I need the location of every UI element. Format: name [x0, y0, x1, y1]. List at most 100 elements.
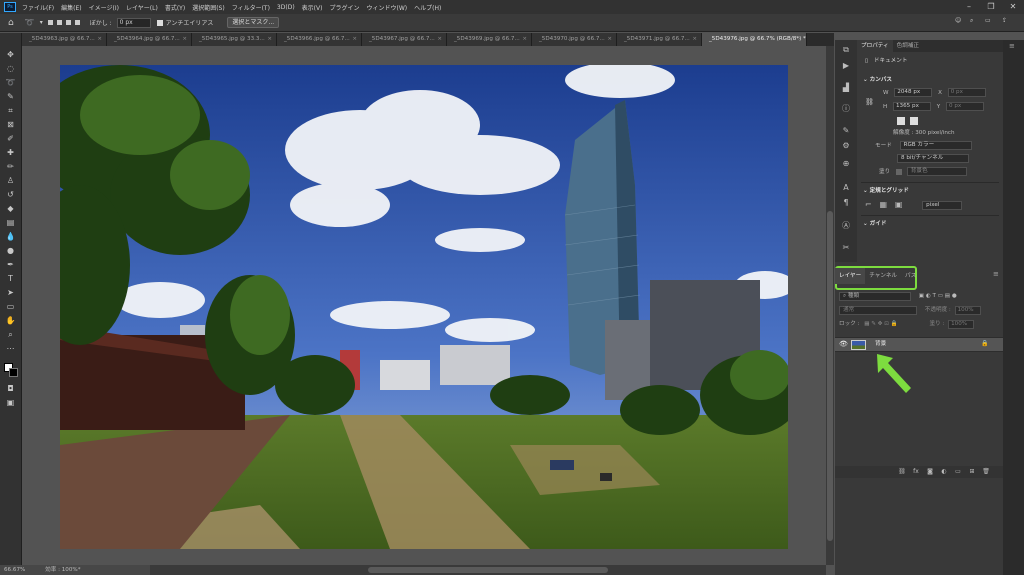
search-icon[interactable]: ⌕ — [970, 17, 973, 25]
character-icon[interactable]: A — [840, 182, 852, 194]
tools-options-icon[interactable]: ✂ — [840, 242, 852, 254]
stamp-tool-icon[interactable]: ♙ — [5, 175, 16, 186]
x-input[interactable]: 0 px — [947, 88, 986, 97]
type-tool-icon[interactable]: T — [5, 273, 16, 284]
close-icon[interactable]: × — [352, 33, 357, 46]
tab-document[interactable]: _5D43971.jpg @ 66.7... × — [617, 33, 702, 46]
menu-filter[interactable]: フィルター(T) — [232, 3, 270, 12]
height-input[interactable]: 1365 px — [893, 102, 931, 111]
rulers-grid-section[interactable]: ⌄ 定規とグリッド — [857, 186, 1003, 196]
lasso-tool-icon[interactable]: ➰ — [5, 77, 16, 88]
unit-select[interactable]: pixel — [922, 201, 963, 210]
histogram-icon[interactable]: ▟ — [840, 82, 852, 94]
menu-file[interactable]: ファイル(F) — [22, 3, 54, 12]
background-color-swatch[interactable] — [9, 368, 18, 377]
close-icon[interactable]: × — [522, 33, 527, 46]
close-icon[interactable]: × — [797, 33, 802, 46]
y-input[interactable]: 0 px — [945, 102, 984, 111]
new-group-icon[interactable]: ▭ — [951, 466, 965, 478]
tab-document[interactable]: _5D43969.jpg @ 66.7... × — [447, 33, 532, 46]
grid-icon[interactable]: ▦ — [879, 200, 887, 209]
delete-layer-icon[interactable]: 🗑 — [979, 466, 993, 478]
canvas-section[interactable]: ⌄ カンバス — [857, 75, 1003, 85]
clone-source-icon[interactable]: ⊕ — [840, 158, 852, 170]
new-selection-icon[interactable] — [47, 20, 53, 25]
tab-document[interactable]: _5D43964.jpg @ 66.7... × — [107, 33, 192, 46]
history-brush-icon[interactable]: ↺ — [5, 189, 16, 200]
actions-icon[interactable]: ▶ — [840, 60, 852, 72]
path-select-tool-icon[interactable]: ➤ — [5, 287, 16, 298]
healing-tool-icon[interactable]: ✚ — [5, 147, 16, 158]
adjustment-layer-icon[interactable]: ◐ — [937, 466, 951, 478]
panel-menu-icon[interactable]: ≡ — [993, 270, 999, 278]
layer-row[interactable]: 👁 背景 🔒 — [835, 337, 1003, 352]
crop-tool-icon[interactable]: ⌗ — [5, 105, 16, 116]
workspace-icon[interactable]: ▭ — [985, 17, 991, 24]
antialias-checkbox[interactable] — [156, 19, 163, 26]
eraser-tool-icon[interactable]: ◆ — [5, 203, 16, 214]
bit-depth-select[interactable]: 8 bit/チャンネル — [897, 154, 969, 163]
filter-select[interactable]: ⌕ 種類 — [839, 292, 911, 301]
add-mask-icon[interactable]: ◙ — [923, 466, 937, 478]
close-icon[interactable]: × — [182, 33, 187, 46]
menu-3d[interactable]: 3D(D) — [277, 4, 295, 11]
document-canvas[interactable] — [60, 65, 788, 549]
shape-tool-icon[interactable]: ▭ — [5, 301, 16, 312]
home-icon[interactable]: ⌂ — [8, 18, 14, 28]
paragraph-icon[interactable]: ¶ — [840, 197, 852, 209]
tab-document[interactable]: _5D43966.jpg @ 66.7... × — [277, 33, 362, 46]
zoom-tool-icon[interactable]: ⌕ — [5, 329, 16, 340]
tab-document[interactable]: _5D43963.jpg @ 66.7... × — [22, 33, 107, 46]
eyedropper-tool-icon[interactable]: ✐ — [5, 133, 16, 144]
lasso-tool-icon[interactable]: ➰ — [25, 18, 35, 27]
close-icon[interactable]: × — [97, 33, 102, 46]
tab-adjustments[interactable]: 色調補正 — [893, 40, 923, 52]
close-icon[interactable]: × — [267, 33, 272, 46]
menu-view[interactable]: 表示(V) — [302, 3, 323, 12]
close-icon[interactable]: ✕ — [1002, 0, 1024, 14]
menu-help[interactable]: ヘルプ(H) — [414, 3, 441, 12]
menu-edit[interactable]: 編集(E) — [61, 3, 81, 12]
glyphs-icon[interactable]: Ⓐ — [840, 220, 852, 232]
quick-mask-icon[interactable]: ◘ — [5, 383, 16, 394]
layer-name[interactable]: 背景 — [875, 338, 886, 351]
new-layer-icon[interactable]: ⊞ — [965, 466, 979, 478]
restore-icon[interactable]: ❐ — [980, 0, 1002, 14]
link-layers-icon[interactable]: ⛓ — [895, 466, 909, 478]
brush-tool-icon[interactable]: ✏ — [5, 161, 16, 172]
close-icon[interactable]: × — [692, 33, 697, 46]
move-tool-icon[interactable]: ✥ — [5, 49, 16, 60]
feather-input[interactable]: 0 px — [116, 17, 151, 28]
pen-tool-icon[interactable]: ✒ — [5, 259, 16, 270]
menu-layer[interactable]: レイヤー(L) — [126, 3, 158, 12]
tab-document[interactable]: _5D43970.jpg @ 66.7... × — [532, 33, 617, 46]
share-export-icon[interactable]: ⇪ — [1002, 17, 1007, 24]
menu-select[interactable]: 選択範囲(S) — [192, 3, 225, 12]
close-icon[interactable]: × — [607, 33, 612, 46]
vertical-scroll-thumb[interactable] — [827, 211, 833, 541]
marquee-tool-icon[interactable]: ◌ — [5, 63, 16, 74]
vertical-scrollbar[interactable] — [826, 46, 834, 565]
pixel-grid-icon[interactable]: ▣ — [895, 200, 903, 209]
dodge-tool-icon[interactable]: ● — [5, 245, 16, 256]
menu-image[interactable]: イメージ(I) — [89, 3, 119, 12]
tab-channels[interactable]: チャンネル — [865, 268, 901, 284]
horizontal-scroll-thumb[interactable] — [368, 567, 608, 573]
fill-swatch[interactable] — [895, 168, 902, 175]
tab-layers[interactable]: レイヤー — [835, 268, 866, 284]
share-icon[interactable]: ☺ — [955, 17, 961, 24]
width-input[interactable]: 2048 px — [894, 88, 933, 97]
lock-icon[interactable]: 🔒 — [981, 340, 988, 347]
select-and-mask-button[interactable]: 選択とマスク... — [227, 17, 280, 28]
tab-document[interactable]: _5D43965.jpg @ 33.3... × — [192, 33, 277, 46]
opacity-input[interactable]: 100% — [954, 306, 981, 315]
fill-input[interactable]: 100% — [948, 320, 975, 329]
mode-select[interactable]: RGB カラー — [899, 141, 972, 150]
link-icon[interactable]: ⛓ — [865, 98, 874, 106]
blur-tool-icon[interactable]: 💧 — [5, 231, 16, 242]
close-icon[interactable]: × — [437, 33, 442, 46]
screen-mode-icon[interactable]: ▣ — [5, 397, 16, 408]
brush-settings-icon[interactable]: ⚙ — [840, 140, 852, 152]
landscape-icon[interactable] — [909, 117, 918, 125]
hand-tool-icon[interactable]: ✋ — [5, 315, 16, 326]
